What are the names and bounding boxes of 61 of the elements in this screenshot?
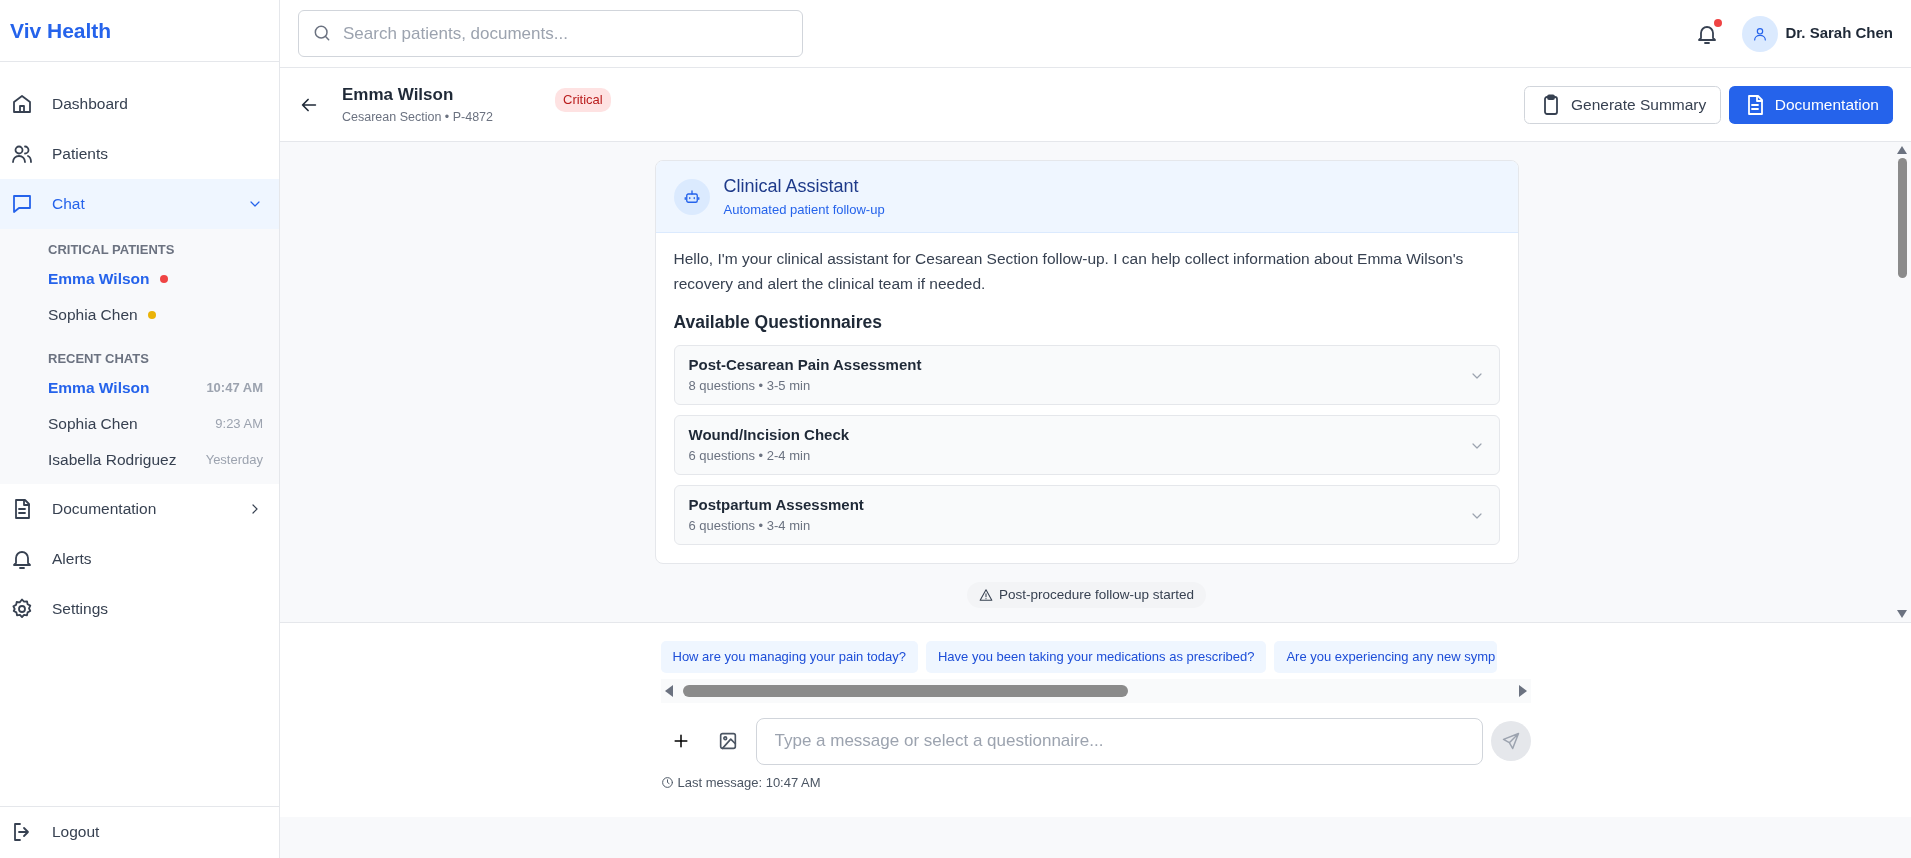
questionnaire-item[interactable]: Post-Cesarean Pain Assessment 8 questions • 3-5 min [673,344,1500,405]
assistant-subtitle: Automated patient follow-up [723,201,885,220]
sidebar-item[interactable]: Settings [0,584,279,634]
message-input[interactable]: Type a message or select a questionnaire... [755,717,1483,765]
patient-link[interactable]: Isabella Rodriguez [48,448,177,472]
questionnaires-heading: Available Questionnaires [673,311,882,332]
documentation-button[interactable]: Documentation [1728,85,1893,124]
scrollbar-thumb[interactable] [1897,158,1907,278]
system-notice: Post-procedure follow-up started [966,581,1207,609]
section-heading: RECENT CHATS [48,350,149,369]
summary-button[interactable]: Generate Summary [1524,85,1722,124]
questionnaire-item[interactable]: Postpartum Assessment 6 questions • 3-4 min [673,484,1500,545]
speech-bubble-icon [10,192,34,216]
scroll-down-arrow-icon[interactable] [1897,610,1907,618]
scroll-left-arrow-icon[interactable] [664,684,673,697]
patient-link[interactable]: Sophia Chen [48,303,138,327]
questionnaire-meta: 6 questions • 2-4 min [688,447,812,466]
scrollbar-thumb[interactable] [682,684,1128,697]
assistant-title: Clinical Assistant [723,175,860,199]
suggestion-chip[interactable]: Are you experiencing any new symp [1274,641,1498,673]
robot-icon [673,178,710,215]
logout-link[interactable]: Logout [0,807,279,857]
questionnaire-title: Postpartum Assessment [688,494,865,515]
sidebar-item[interactable]: Chat [0,179,279,229]
questionnaire-title: Wound/Incision Check [688,424,851,445]
scroll-right-arrow-icon[interactable] [1518,684,1527,697]
last-message-time: Last message: 10:47 AM [677,773,821,792]
brand-logo[interactable]: Viv Health [10,14,112,47]
scroll-up-arrow-icon[interactable] [1897,146,1907,154]
sidebar-item[interactable]: Alerts [0,534,279,584]
patient-link[interactable]: Emma Wilson [48,376,150,400]
warning-icon [978,587,993,602]
chat-time: 9:23 AM [215,415,263,434]
send-button[interactable] [1490,721,1531,761]
suggestion-chip[interactable]: Have you been taking your medications as prescribed? [925,641,1267,673]
sidebar-item[interactable]: Documentation [0,484,279,534]
search-field[interactable]: Search patients, documents... [298,10,803,57]
send-icon [1500,731,1521,751]
assistant-message: Hello, I'm your clinical assistant for Cesarean Section follow-up. I can help collect information about Emma Wilson's recovery and alert the clinical team if needed. [673,249,1465,294]
questionnaire-title: Post-Cesarean Pain Assessment [688,354,923,375]
suggestion-chip[interactable]: How are you managing your pain today? [660,641,918,673]
questionnaire-meta: 6 questions • 3-4 min [688,517,812,536]
patient-details: Cesarean Section • P-4872 [342,108,493,126]
questionnaire-item[interactable]: Wound/Incision Check 6 questions • 2-4 min [673,414,1500,475]
notification-button[interactable] [1695,21,1720,46]
chat-time: 10:47 AM [206,379,263,398]
user-avatar[interactable] [1741,15,1778,52]
user-name[interactable]: Dr. Sarah Chen [1785,22,1893,45]
horizontal-scrollbar[interactable] [660,678,1531,703]
patient-link[interactable]: Sophia Chen [48,412,138,436]
sidebar-item[interactable]: Patients [0,129,279,179]
status-badge: Critical [555,88,611,112]
questionnaire-meta: 8 questions • 3-5 min [688,377,812,396]
house-icon [10,92,34,116]
chat-time: Yesterday [205,451,263,470]
patient-link[interactable]: Emma Wilson [48,267,150,291]
section-heading: CRITICAL PATIENTS [48,241,175,260]
patient-name: Emma Wilson [342,84,455,107]
clock-icon [660,775,674,789]
sidebar-item[interactable]: Dashboard [0,79,279,129]
settings-icon [10,597,34,621]
